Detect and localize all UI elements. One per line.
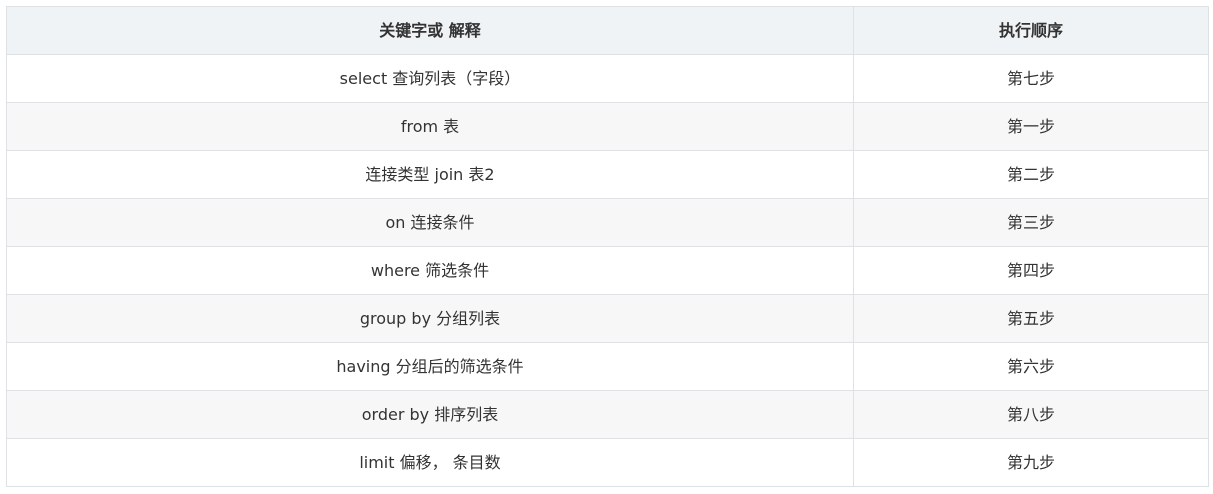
- table-body: select 查询列表（字段） 第七步 from 表 第一步 连接类型 join…: [6, 54, 1209, 487]
- sql-execution-order-table: 关键字或 解释 执行顺序 select 查询列表（字段） 第七步 from 表 …: [6, 6, 1209, 487]
- sql-order-table-container: 关键字或 解释 执行顺序 select 查询列表（字段） 第七步 from 表 …: [6, 6, 1209, 487]
- cell-keyword: group by 分组列表: [6, 294, 854, 343]
- cell-order: 第八步: [853, 390, 1209, 439]
- cell-order: 第六步: [853, 342, 1209, 391]
- table-row: where 筛选条件 第四步: [6, 246, 1209, 295]
- cell-order: 第九步: [853, 438, 1209, 487]
- cell-keyword: having 分组后的筛选条件: [6, 342, 854, 391]
- cell-keyword: on 连接条件: [6, 198, 854, 247]
- table-row: group by 分组列表 第五步: [6, 294, 1209, 343]
- cell-order: 第五步: [853, 294, 1209, 343]
- table-row: having 分组后的筛选条件 第六步: [6, 342, 1209, 391]
- table-row: on 连接条件 第三步: [6, 198, 1209, 247]
- header-execution-order: 执行顺序: [853, 6, 1209, 55]
- cell-order: 第四步: [853, 246, 1209, 295]
- cell-keyword: 连接类型 join 表2: [6, 150, 854, 199]
- cell-keyword: order by 排序列表: [6, 390, 854, 439]
- table-row: order by 排序列表 第八步: [6, 390, 1209, 439]
- header-row: 关键字或 解释 执行顺序: [6, 6, 1209, 55]
- table-row: from 表 第一步: [6, 102, 1209, 151]
- table-row: select 查询列表（字段） 第七步: [6, 54, 1209, 103]
- cell-keyword: where 筛选条件: [6, 246, 854, 295]
- table-row: limit 偏移， 条目数 第九步: [6, 438, 1209, 487]
- table-header: 关键字或 解释 执行顺序: [6, 6, 1209, 55]
- cell-order: 第三步: [853, 198, 1209, 247]
- table-row: 连接类型 join 表2 第二步: [6, 150, 1209, 199]
- header-keyword: 关键字或 解释: [6, 6, 854, 55]
- cell-order: 第七步: [853, 54, 1209, 103]
- cell-order: 第一步: [853, 102, 1209, 151]
- cell-order: 第二步: [853, 150, 1209, 199]
- cell-keyword: select 查询列表（字段）: [6, 54, 854, 103]
- cell-keyword: from 表: [6, 102, 854, 151]
- cell-keyword: limit 偏移， 条目数: [6, 438, 854, 487]
